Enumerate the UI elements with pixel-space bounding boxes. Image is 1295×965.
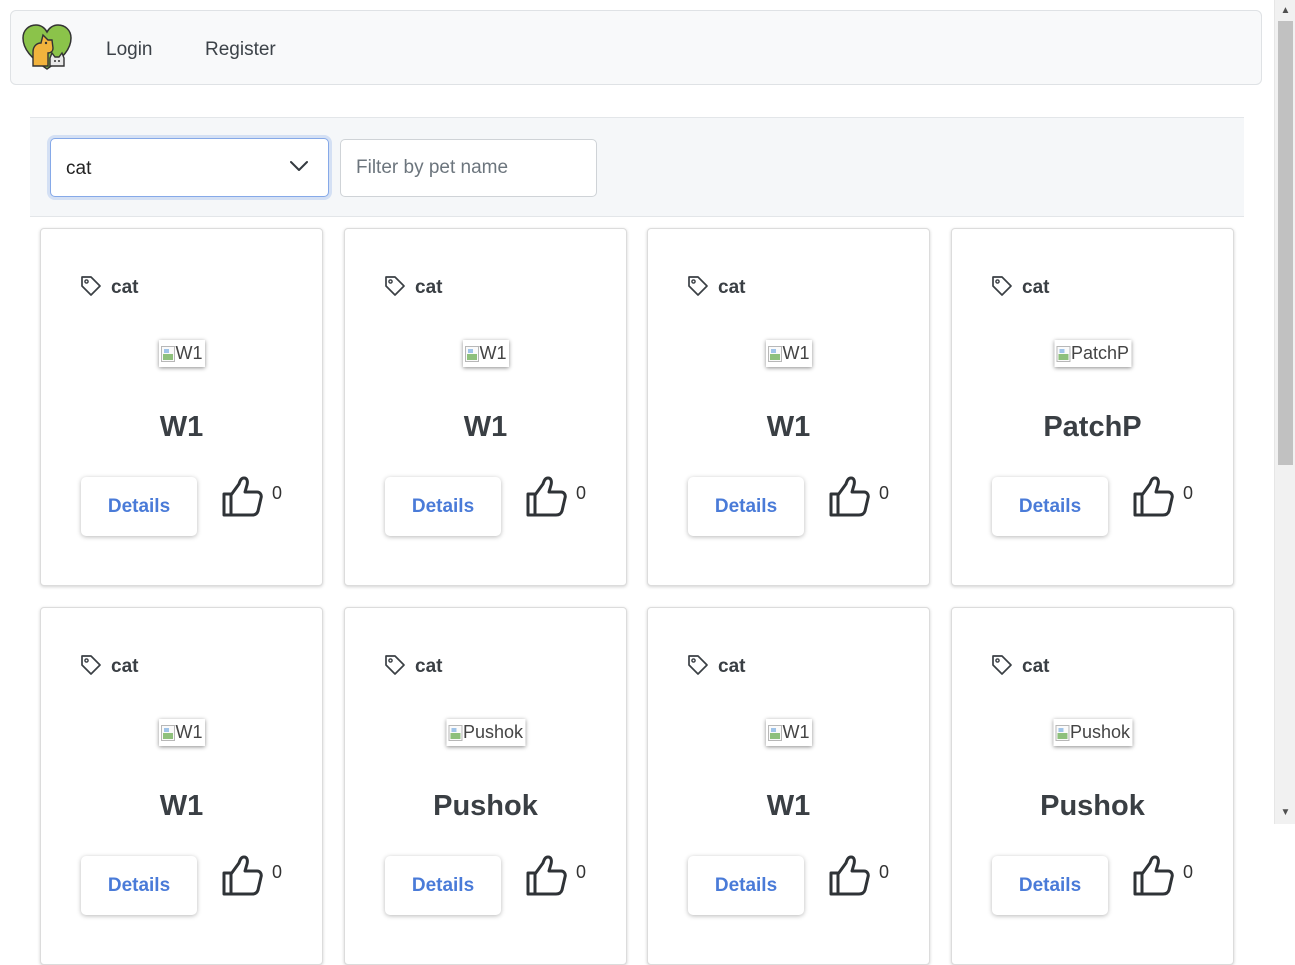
tag-icon — [992, 276, 1012, 296]
pet-card: cat W1 W1 Details 0 — [40, 607, 323, 965]
pet-image: W1 — [462, 340, 509, 367]
pet-image: Pushok — [1052, 719, 1133, 746]
pet-image: W1 — [765, 340, 812, 367]
pet-name: W1 — [159, 411, 204, 443]
filter-bar: cat — [30, 117, 1244, 217]
pet-tag-label: cat — [718, 656, 746, 677]
broken-image-icon — [447, 724, 462, 741]
details-button[interactable]: Details — [992, 856, 1108, 915]
pet-tag-label: cat — [415, 277, 443, 298]
pet-image-alt-text: W1 — [782, 343, 810, 363]
broken-image-icon — [464, 345, 479, 362]
scroll-down-arrow-icon[interactable]: ▼ — [1275, 804, 1295, 821]
thumbs-up-icon[interactable] — [827, 854, 871, 898]
thumbs-up-icon[interactable] — [524, 475, 568, 519]
pet-image: W1 — [158, 719, 205, 746]
pet-image: W1 — [158, 340, 205, 367]
nav-login-link[interactable]: Login — [106, 39, 153, 61]
pet-name: W1 — [766, 790, 811, 822]
pet-tag-label: cat — [1022, 656, 1050, 677]
pet-tag-label: cat — [111, 656, 139, 677]
pet-name: W1 — [766, 411, 811, 443]
tag-icon — [992, 655, 1012, 675]
pet-type-select-value: cat — [66, 158, 92, 179]
like-count: 0 — [576, 862, 587, 882]
scroll-up-arrow-icon[interactable]: ▲ — [1275, 2, 1295, 19]
pet-image-alt-text: Pushok — [1069, 722, 1131, 742]
pet-image: Pushok — [445, 719, 526, 746]
pet-image-alt-text: Pushok — [462, 722, 524, 742]
broken-image-icon — [160, 724, 175, 741]
details-button[interactable]: Details — [385, 856, 501, 915]
like-count: 0 — [576, 483, 587, 503]
pet-tag-label: cat — [415, 656, 443, 677]
vertical-scrollbar[interactable]: ▲ ▼ — [1274, 0, 1295, 824]
pet-card: cat Pushok Pushok Details 0 — [344, 607, 627, 965]
pet-name: Pushok — [1040, 790, 1145, 822]
tag-icon — [688, 655, 708, 675]
tag-icon — [688, 276, 708, 296]
tag-icon — [81, 655, 101, 675]
like-count: 0 — [272, 483, 283, 503]
details-button[interactable]: Details — [385, 477, 501, 536]
broken-image-icon — [1054, 724, 1069, 741]
nav-register-link[interactable]: Register — [205, 39, 276, 61]
like-count: 0 — [272, 862, 283, 882]
pet-tag-label: cat — [718, 277, 746, 298]
broken-image-icon — [1055, 345, 1070, 362]
thumbs-up-icon[interactable] — [1131, 854, 1175, 898]
pet-tag-label: cat — [1022, 277, 1050, 298]
pet-name: Pushok — [433, 790, 538, 822]
pet-image-alt-text: W1 — [782, 722, 810, 742]
pet-card: cat W1 W1 Details 0 — [647, 607, 930, 965]
pet-card: cat W1 W1 Details 0 — [647, 228, 930, 586]
thumbs-up-icon[interactable] — [220, 475, 264, 519]
pet-name-filter-input[interactable] — [340, 139, 597, 197]
like-count: 0 — [879, 483, 890, 503]
pet-card: cat PatchP PatchP Details 0 — [951, 228, 1234, 586]
pet-image-alt-text: PatchP — [1070, 343, 1130, 363]
like-count: 0 — [1183, 862, 1194, 882]
pet-name: W1 — [159, 790, 204, 822]
details-button[interactable]: Details — [688, 856, 804, 915]
broken-image-icon — [767, 724, 782, 741]
tag-icon — [385, 655, 405, 675]
thumbs-up-icon[interactable] — [220, 854, 264, 898]
pets-heart-logo-icon[interactable] — [21, 22, 73, 74]
navbar: Login Register — [10, 10, 1262, 85]
details-button[interactable]: Details — [81, 856, 197, 915]
tag-icon — [81, 276, 101, 296]
details-button[interactable]: Details — [688, 477, 804, 536]
pet-image: W1 — [765, 719, 812, 746]
pet-name: PatchP — [1043, 411, 1142, 443]
thumbs-up-icon[interactable] — [524, 854, 568, 898]
thumbs-up-icon[interactable] — [1131, 475, 1175, 519]
details-button[interactable]: Details — [992, 477, 1108, 536]
pet-card: cat W1 W1 Details 0 — [40, 228, 323, 586]
pet-type-select[interactable]: cat — [50, 138, 329, 197]
scrollbar-thumb[interactable] — [1278, 21, 1293, 465]
tag-icon — [385, 276, 405, 296]
chevron-down-icon — [290, 161, 308, 171]
broken-image-icon — [767, 345, 782, 362]
pet-image-alt-text: W1 — [175, 722, 203, 742]
pet-image: PatchP — [1053, 340, 1132, 367]
pet-card: cat W1 W1 Details 0 — [344, 228, 627, 586]
like-count: 0 — [1183, 483, 1194, 503]
broken-image-icon — [160, 345, 175, 362]
details-button[interactable]: Details — [81, 477, 197, 536]
pet-name: W1 — [463, 411, 508, 443]
pet-image-alt-text: W1 — [175, 343, 203, 363]
like-count: 0 — [879, 862, 890, 882]
pet-tag-label: cat — [111, 277, 139, 298]
thumbs-up-icon[interactable] — [827, 475, 871, 519]
pet-card: cat Pushok Pushok Details 0 — [951, 607, 1234, 965]
pet-image-alt-text: W1 — [479, 343, 507, 363]
